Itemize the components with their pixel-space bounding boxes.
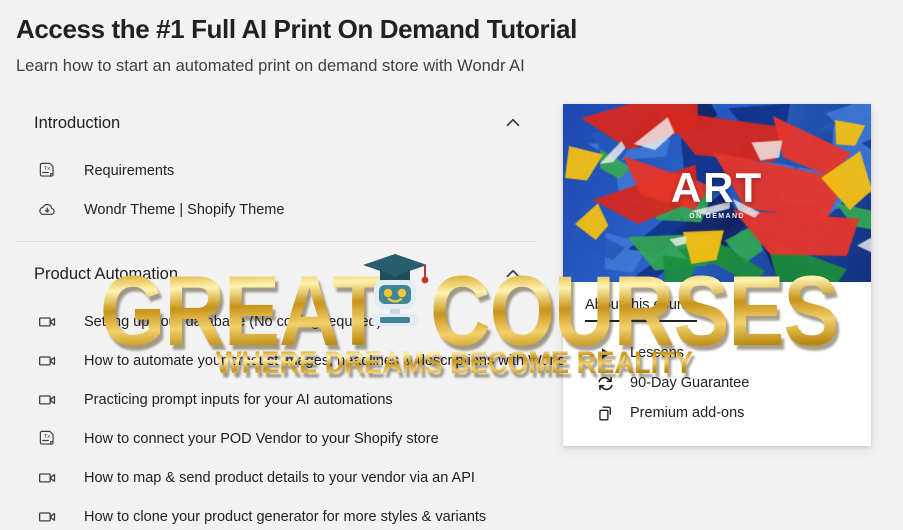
list-item[interactable]: How to map & send product details to you… [16,458,536,497]
lesson-list-introduction: Tx Requirements Wondr Theme | Shopify Th… [16,151,536,229]
artwork-wordmark: ART [670,164,764,211]
page-subtitle: Learn how to start an automated print on… [16,57,525,75]
page-root: Access the #1 Full AI Print On Demand Tu… [0,0,903,530]
section-title: Introduction [34,113,121,132]
list-item-label: 90-Day Guarantee [630,375,750,391]
list-item-label: Practicing prompt inputs for your AI aut… [84,391,393,408]
list-item: Lessons [563,338,871,368]
course-feature-list: Lessons 90-Day Guarantee Premium add-ons [563,338,871,428]
list-item-label: How to clone your product generator for … [84,508,487,525]
list-item: Premium add-ons [563,398,871,428]
copy-stack-icon [593,404,617,423]
video-camera-icon [32,506,62,527]
cloud-download-icon [32,199,62,220]
list-item-label: Premium add-ons [630,405,745,421]
page-header: Access the #1 Full AI Print On Demand Tu… [16,12,716,78]
play-triangle-icon [593,345,617,362]
video-camera-icon [32,467,62,488]
list-item-label: Setting up your database (No coding requ… [84,313,382,330]
list-item-label: Wondr Theme | Shopify Theme [84,201,285,218]
section-header-product-automation[interactable]: Product Automation [16,256,536,292]
text-document-icon: Tx [32,161,62,180]
section-header-introduction[interactable]: Introduction [16,105,536,141]
chevron-up-icon[interactable] [502,263,524,285]
curriculum-list: Introduction Tx Requirements Wondr Theme… [16,105,587,530]
list-item[interactable]: Setting up your database (No coding requ… [16,302,536,341]
lesson-list-product-automation: Setting up your database (No coding requ… [16,302,587,530]
list-item[interactable]: Practicing prompt inputs for your AI aut… [16,380,536,419]
list-item-label: How to connect your POD Vendor to your S… [84,430,439,447]
list-item-label: Lessons [630,345,685,361]
course-card-body: About this course Lessons 90-Day Guarant… [563,282,871,446]
chevron-up-icon[interactable] [502,112,524,134]
course-card-tabs: About this course [563,296,871,322]
list-item-label: How to map & send product details to you… [84,469,475,486]
list-item[interactable]: Tx How to connect your POD Vendor to you… [16,419,536,458]
list-item: 90-Day Guarantee [563,368,871,398]
section-title: Product Automation [34,264,179,283]
artwork-sub-wordmark: ON DEMAND [689,213,745,220]
refresh-cycle-icon [593,374,617,393]
text-document-icon: Tx [32,429,62,448]
video-camera-icon [32,311,62,332]
list-item[interactable]: How to automate your product images, hea… [16,341,587,380]
video-camera-icon [32,350,62,371]
svg-text:Tx: Tx [43,434,50,440]
list-item-label: How to automate your product images, hea… [84,352,588,369]
list-item-label: Requirements [84,162,175,179]
tab-about-this-course[interactable]: About this course [585,297,698,322]
list-item[interactable]: Wondr Theme | Shopify Theme [16,190,536,229]
course-card: ART ON DEMAND About this course Lessons [563,104,871,446]
svg-text:Tx: Tx [43,166,50,172]
course-artwork: ART ON DEMAND [563,104,871,282]
list-item[interactable]: How to clone your product generator for … [16,497,536,530]
video-camera-icon [32,389,62,410]
list-item[interactable]: Tx Requirements [16,151,536,190]
page-title: Access the #1 Full AI Print On Demand Tu… [16,14,577,44]
